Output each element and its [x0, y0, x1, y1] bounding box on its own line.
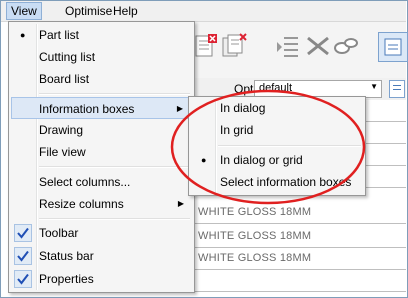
align-lines-icon[interactable] — [274, 32, 302, 60]
check-icon — [14, 270, 32, 288]
menu-view[interactable]: View — [6, 2, 42, 20]
cut-icon[interactable] — [304, 32, 332, 60]
new-list-icon[interactable] — [192, 32, 220, 60]
annotation-ellipse — [170, 89, 366, 205]
view-menu: ● Part list Cutting list Board list Info… — [8, 21, 195, 293]
menu-item-properties[interactable]: Properties — [11, 268, 192, 290]
menubar: View Optimise Help — [1, 1, 406, 22]
menu-item-board-list[interactable]: Board list — [11, 68, 192, 90]
bullet-icon: ● — [20, 30, 26, 40]
menu-item-part-list[interactable]: ● Part list — [11, 24, 192, 46]
material-cell: WHITE GLOSS 18MM — [198, 252, 312, 264]
grid-view-icon[interactable] — [389, 80, 405, 98]
menu-item-file-view[interactable]: File view — [11, 141, 192, 163]
menu-item-select-columns[interactable]: Select columns... — [11, 171, 192, 193]
menu-item-resize-columns[interactable]: Resize columns ▶ — [11, 193, 192, 215]
table-row[interactable]: WHITE GLOSS 18MM — [186, 226, 406, 248]
menu-item-information-boxes[interactable]: Information boxes ▶ — [11, 97, 192, 119]
link-icon[interactable] — [332, 32, 360, 60]
check-icon — [14, 224, 32, 242]
check-icon — [14, 247, 32, 265]
table-row[interactable] — [186, 270, 406, 292]
chevron-down-icon: ▼ — [370, 82, 378, 91]
menu-help[interactable]: Help — [109, 3, 142, 19]
table-row[interactable]: WHITE GLOSS 18MM — [186, 248, 406, 270]
toolbar — [186, 22, 408, 79]
menu-item-status-bar[interactable]: Status bar — [11, 245, 192, 267]
menu-item-drawing[interactable]: Drawing — [11, 119, 192, 141]
properties-icon[interactable] — [378, 32, 408, 62]
delete-list-icon[interactable] — [220, 32, 248, 60]
menu-separator — [39, 218, 190, 220]
menu-item-toolbar[interactable]: Toolbar — [11, 222, 192, 244]
material-cell: WHITE GLOSS 18MM — [198, 230, 312, 242]
menu-item-cutting-list[interactable]: Cutting list — [11, 46, 192, 68]
